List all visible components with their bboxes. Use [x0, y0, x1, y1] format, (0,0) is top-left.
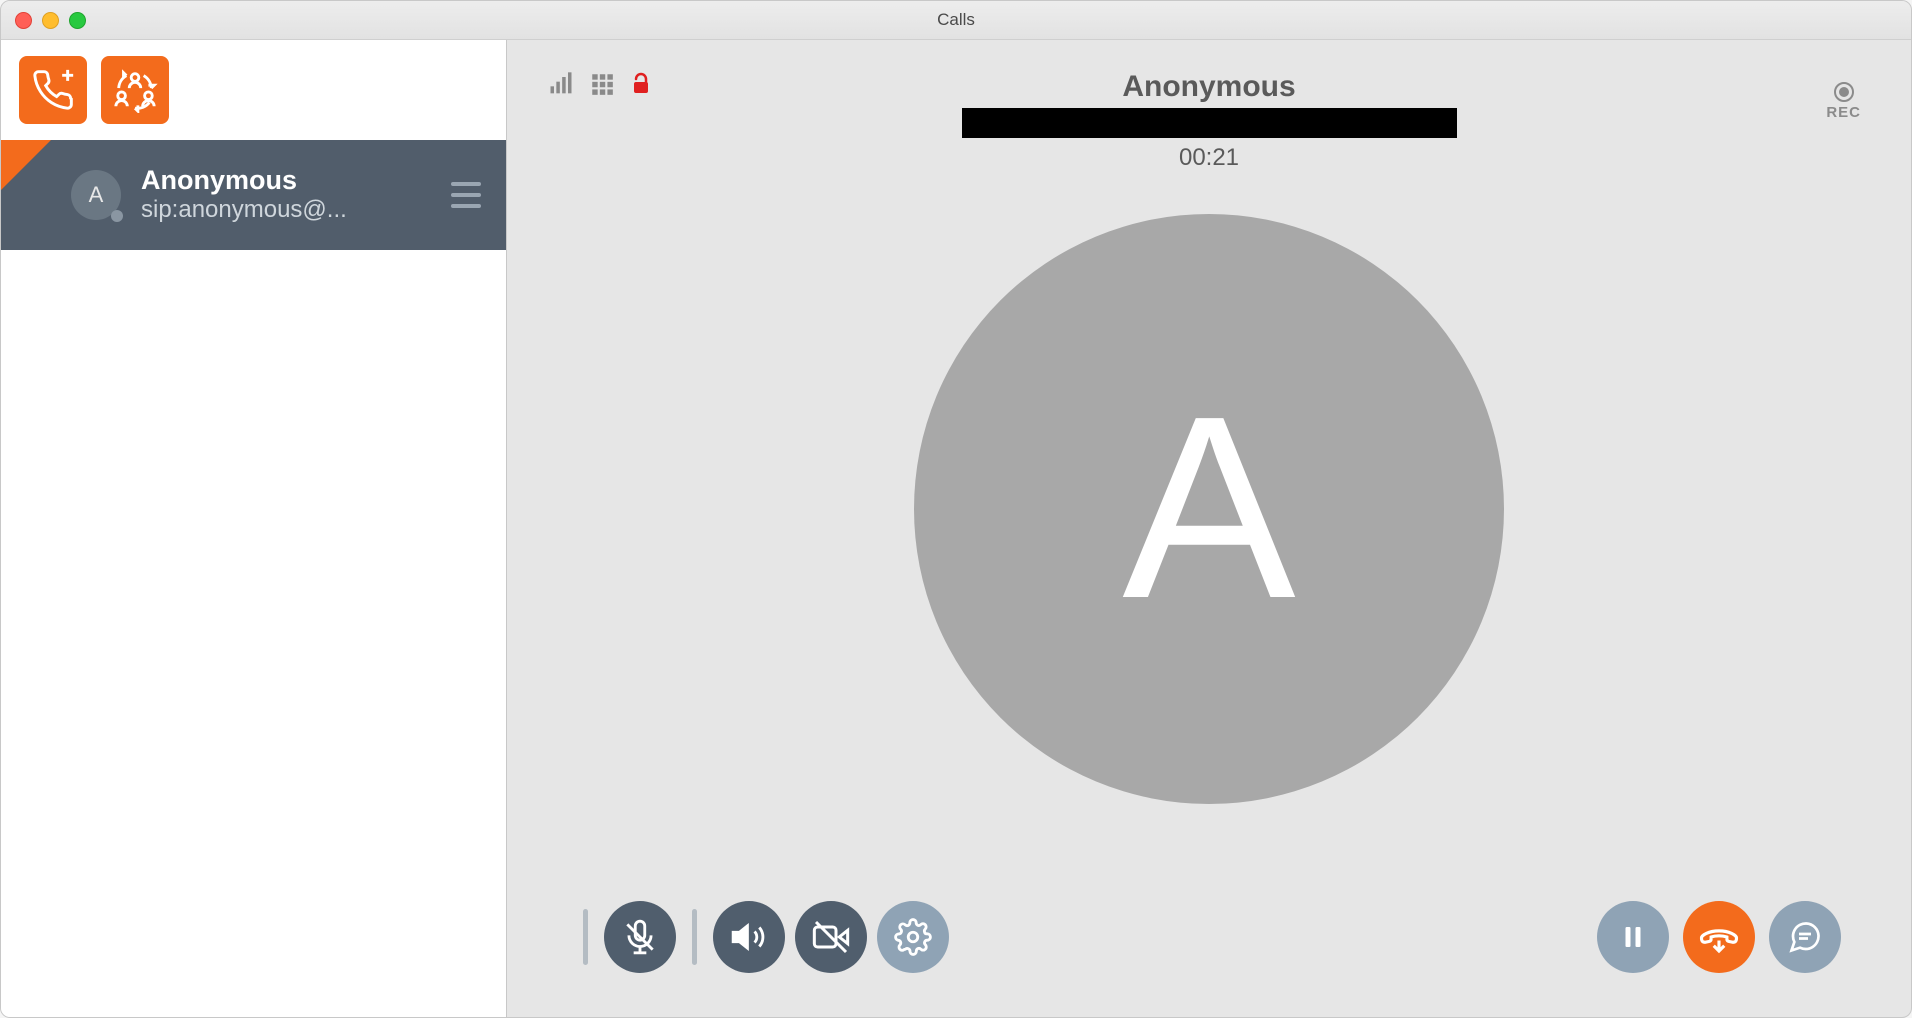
new-call-button[interactable] [19, 56, 87, 124]
gear-icon [894, 918, 932, 956]
app-window: Calls [0, 0, 1912, 1018]
sidebar: A Anonymous sip:anonymous@... [1, 40, 507, 1017]
call-item-menu-button[interactable] [446, 175, 486, 215]
video-off-button[interactable] [795, 901, 867, 973]
active-call-item[interactable]: A Anonymous sip:anonymous@... [1, 140, 506, 250]
record-label: REC [1826, 104, 1861, 121]
window-title: Calls [1, 10, 1911, 30]
caller-avatar-small: A [71, 170, 121, 220]
mute-mic-button[interactable] [604, 901, 676, 973]
hold-button[interactable] [1597, 901, 1669, 973]
settings-button[interactable] [877, 901, 949, 973]
avatar-area: A [547, 140, 1871, 877]
speaker-icon [730, 918, 768, 956]
pause-icon [1618, 922, 1648, 952]
video-off-icon [811, 917, 851, 957]
call-panel: Anonymous 00:21 REC A [507, 40, 1911, 1017]
record-icon [1832, 80, 1856, 104]
hangup-button[interactable] [1683, 901, 1755, 973]
caller-text: Anonymous sip:anonymous@... [141, 166, 426, 224]
chat-button[interactable] [1769, 901, 1841, 973]
call-actions [1597, 901, 1841, 973]
signal-strength-icon[interactable] [547, 70, 575, 98]
avatar-initial: A [89, 182, 104, 208]
titlebar: Calls [1, 1, 1911, 40]
record-button[interactable]: REC [1826, 80, 1861, 121]
chat-icon [1787, 919, 1823, 955]
divider [692, 909, 697, 965]
divider [583, 909, 588, 965]
media-controls [577, 901, 949, 973]
unlock-icon[interactable] [629, 72, 653, 96]
caller-avatar-large: A [914, 214, 1504, 804]
avatar-initial-large: A [1122, 359, 1295, 658]
presence-indicator [111, 210, 123, 222]
mic-off-icon [621, 918, 659, 956]
conference-button[interactable] [101, 56, 169, 124]
status-icon-group [547, 70, 653, 98]
hangup-icon [1698, 916, 1740, 958]
active-call-badge [1, 140, 51, 190]
speaker-button[interactable] [713, 901, 785, 973]
call-topbar [547, 70, 1871, 140]
phone-plus-icon [31, 68, 75, 112]
caller-uri: sip:anonymous@... [141, 196, 426, 224]
dialpad-icon[interactable] [589, 71, 615, 97]
caller-name: Anonymous [141, 166, 426, 196]
window-body: A Anonymous sip:anonymous@... [1, 40, 1911, 1017]
call-controls [547, 877, 1871, 1017]
conference-icon [112, 67, 158, 113]
sidebar-toolbar [1, 40, 506, 140]
